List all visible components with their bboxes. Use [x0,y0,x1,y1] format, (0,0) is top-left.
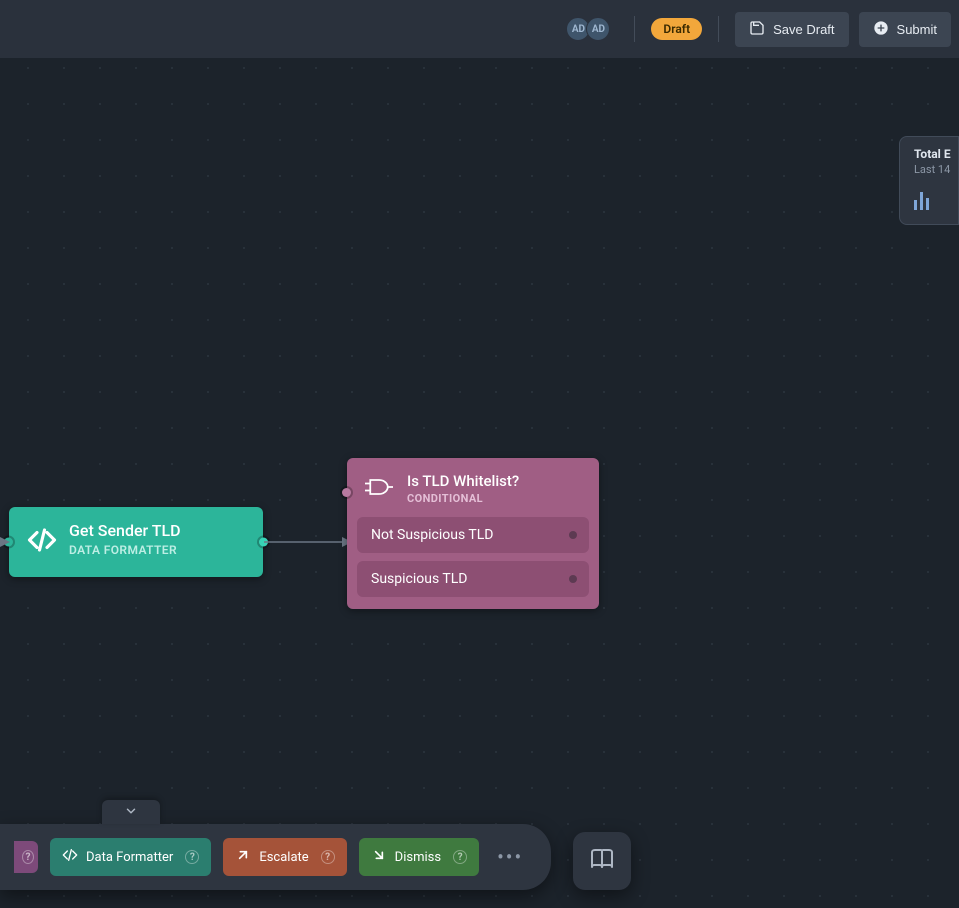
book-icon [590,847,614,875]
action-dismiss[interactable]: Dismiss ? [359,838,479,876]
bottom-dock-wrap: ? Data Formatter ? Escalate ? [0,824,631,908]
action-label: Escalate [259,850,308,865]
node-input-port[interactable] [342,488,351,497]
avatar[interactable]: AD [586,17,610,41]
plus-circle-icon [873,20,889,39]
node-input-port[interactable] [4,538,13,547]
stats-title: Total E [914,147,946,161]
docs-button[interactable] [573,832,631,890]
code-icon [62,847,78,867]
node-get-sender-tld[interactable]: Get Sender TLD DATA FORMATTER [9,507,263,577]
arrow-down-right-icon [371,847,387,867]
node-type-label: DATA FORMATTER [69,543,243,557]
separator [718,16,719,42]
more-actions-button[interactable]: ••• [491,845,529,869]
separator [634,16,635,42]
action-label: Data Formatter [86,850,173,865]
action-escalate[interactable]: Escalate ? [223,838,346,876]
workflow-canvas[interactable]: Total E Last 14 Get Sender TLD DATA FORM… [0,58,959,908]
help-icon: ? [22,850,34,864]
submit-button[interactable]: Submit [859,12,951,47]
branch-output-port[interactable] [569,575,577,583]
node-title: Is TLD Whitelist? [407,472,519,490]
avatar-group: AD AD [570,17,610,41]
branch-label: Suspicious TLD [371,571,467,587]
branch-not-suspicious[interactable]: Not Suspicious TLD [357,517,589,553]
submit-label: Submit [897,22,937,37]
action-dock: ? Data Formatter ? Escalate ? [0,824,551,890]
arrow-up-right-icon [235,847,251,867]
bar-chart-icon [914,188,946,210]
node-output-port[interactable] [259,538,268,547]
action-data-formatter[interactable]: Data Formatter ? [50,838,211,876]
edge-connector [264,535,354,549]
draft-status-chip: Draft [651,18,702,40]
branch-output-port[interactable] [569,531,577,539]
top-toolbar: AD AD Draft Save Draft Submit [0,0,959,58]
help-icon: ? [453,850,467,864]
branch-suspicious[interactable]: Suspicious TLD [357,561,589,597]
save-draft-label: Save Draft [773,22,834,37]
node-is-tld-whitelist[interactable]: Is TLD Whitelist? CONDITIONAL Not Suspic… [347,458,599,609]
stats-subtitle: Last 14 [914,163,946,176]
action-label: Dismiss [395,850,441,865]
save-draft-button[interactable]: Save Draft [735,12,848,47]
branch-label: Not Suspicious TLD [371,527,494,543]
stats-panel[interactable]: Total E Last 14 [899,136,959,225]
node-title: Get Sender TLD [69,521,243,540]
chevron-down-icon [124,803,138,822]
logic-gate-icon [365,476,393,502]
action-pill-stub[interactable]: ? [14,841,38,873]
help-icon: ? [321,850,335,864]
save-icon [749,20,765,39]
code-icon [27,525,57,559]
node-type-label: CONDITIONAL [407,492,519,505]
help-icon: ? [185,850,199,864]
collapse-dock-button[interactable] [102,800,160,824]
